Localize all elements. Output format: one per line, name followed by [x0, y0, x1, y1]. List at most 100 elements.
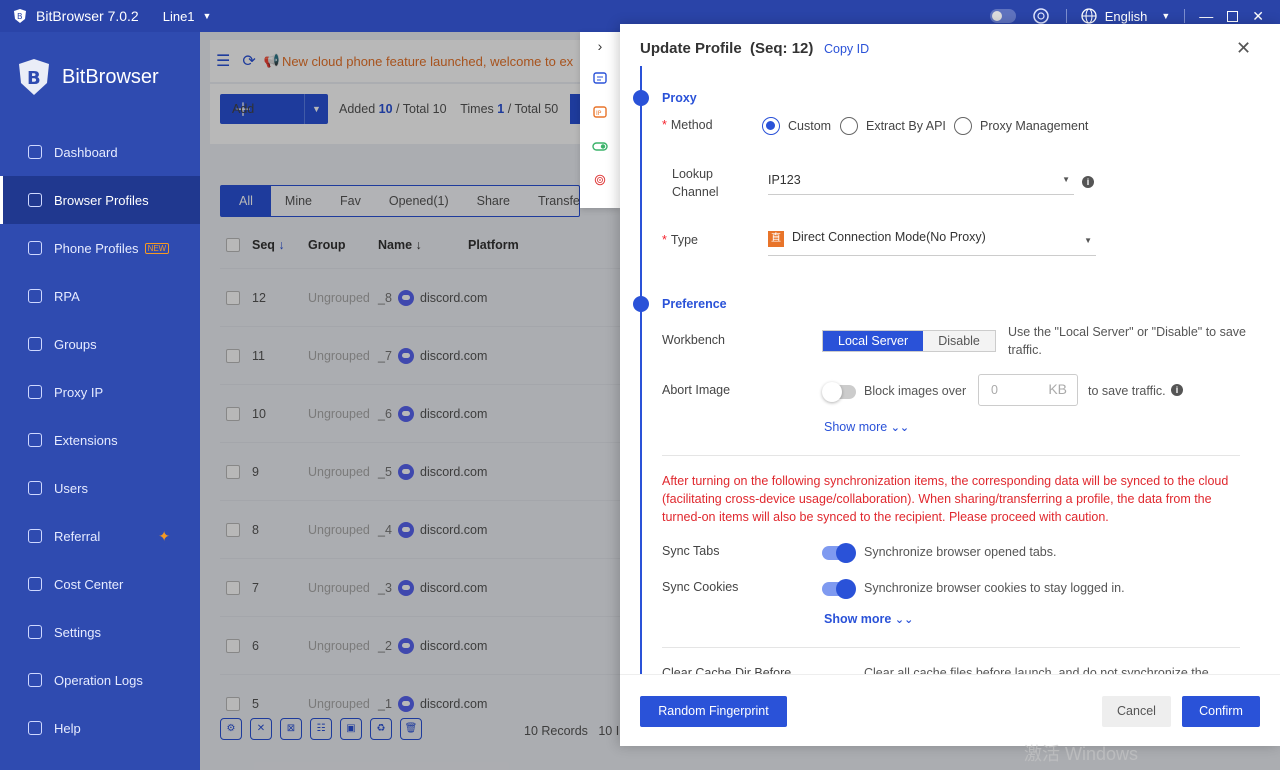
chevron-down-icon: ▼: [1084, 236, 1092, 245]
preference-heading: Preference: [662, 297, 727, 311]
users-icon: [28, 481, 42, 495]
proxy-type-select[interactable]: 直 Direct Connection Mode(No Proxy) ▼: [768, 230, 1096, 256]
drawer-footer: Random Fingerprint Cancel Confirm: [620, 674, 1280, 746]
random-fingerprint-button[interactable]: Random Fingerprint: [640, 696, 787, 727]
sidebar-item-label: Browser Profiles: [54, 192, 149, 208]
sidebar-item-label: Referral: [54, 528, 101, 544]
shield-icon: [28, 577, 42, 591]
confirm-button[interactable]: Confirm: [1182, 696, 1260, 727]
radio-extract-api[interactable]: Extract By API: [840, 117, 946, 135]
language-selector[interactable]: English: [1105, 9, 1148, 24]
ip-icon[interactable]: IP: [593, 106, 607, 118]
layers-icon: [28, 337, 42, 351]
sync-tabs-label: Sync Tabs: [662, 544, 720, 558]
sidebar-item-help[interactable]: Help: [0, 704, 200, 752]
toggle-icon[interactable]: [592, 140, 608, 152]
sidebar-item-users[interactable]: Users: [0, 464, 200, 512]
maximize-icon[interactable]: [1227, 10, 1239, 22]
globe-icon[interactable]: [1081, 8, 1097, 24]
line-selector[interactable]: Line1: [163, 9, 195, 24]
sparkle-icon: ✦: [158, 527, 170, 544]
sync-cookies-switch[interactable]: [822, 579, 856, 599]
rpa-icon: [28, 289, 42, 303]
sidebar-item-dashboard[interactable]: Dashboard: [0, 128, 200, 176]
cancel-button[interactable]: Cancel: [1102, 696, 1171, 727]
fingerprint-icon[interactable]: [593, 174, 607, 186]
sync-warning: After turning on the following synchroni…: [662, 474, 1229, 524]
sidebar-item-settings[interactable]: Settings: [0, 608, 200, 656]
sidebar-item-label: Operation Logs: [54, 672, 143, 688]
timeline-dot: [633, 90, 649, 106]
sidebar-item-label: RPA: [54, 288, 80, 304]
radio-custom[interactable]: Custom: [762, 117, 831, 135]
save-traffic-text: to save traffic.: [1088, 384, 1166, 398]
close-icon[interactable]: ✕: [1236, 38, 1251, 59]
radio-proxy-management[interactable]: Proxy Management: [954, 117, 1088, 135]
svg-text:B: B: [17, 12, 23, 21]
info-icon[interactable]: i: [1082, 176, 1094, 188]
sidebar-item-groups[interactable]: Groups: [0, 320, 200, 368]
sidebar-item-label: Phone Profiles: [54, 240, 139, 256]
theme-toggle[interactable]: [989, 9, 1016, 23]
copy-id-link[interactable]: Copy ID: [824, 42, 869, 56]
sidebar-item-label: Cost Center: [54, 576, 124, 592]
sidebar-item-rpa[interactable]: RPA: [0, 272, 200, 320]
referral-icon: [28, 529, 42, 543]
lookup-channel-select[interactable]: IP123 ▼: [768, 173, 1074, 195]
workbench-disable[interactable]: Disable: [923, 331, 995, 351]
sidebar-item-referral[interactable]: Referral ✦: [0, 512, 200, 560]
sidebar-item-proxy-ip[interactable]: Proxy IP: [0, 368, 200, 416]
sync-tabs-switch[interactable]: [822, 543, 856, 563]
direct-connection-icon: 直: [768, 231, 784, 247]
type-label: * Type: [662, 233, 698, 247]
sidebar-item-operation-logs[interactable]: Operation Logs: [0, 656, 200, 704]
home-icon: [28, 145, 42, 159]
chevron-down-icon[interactable]: ▼: [203, 11, 212, 21]
quick-panel: › IP: [580, 32, 620, 208]
sidebar-item-phone-profiles[interactable]: Phone Profiles NEW: [0, 224, 200, 272]
method-label: * Method: [662, 118, 713, 132]
app-title: BitBrowser 7.0.2: [36, 8, 139, 24]
svg-text:IP: IP: [596, 110, 602, 117]
lookup-channel-label: Lookup Channel: [672, 167, 719, 199]
sidebar-item-extensions[interactable]: Extensions: [0, 416, 200, 464]
sidebar-item-cost-center[interactable]: Cost Center: [0, 560, 200, 608]
chevron-right-icon[interactable]: ›: [580, 32, 620, 54]
chevron-down-icon[interactable]: ▼: [1161, 11, 1170, 21]
minimize-icon[interactable]: —: [1199, 8, 1213, 24]
sync-cookies-label: Sync Cookies: [662, 580, 739, 594]
info-icon[interactable]: i: [1171, 384, 1183, 396]
abort-image-switch[interactable]: [822, 382, 856, 402]
kb-input[interactable]: 0 KB: [978, 374, 1078, 406]
sidebar-item-label: Help: [54, 720, 81, 736]
show-more-link[interactable]: Show more ⌄⌄: [824, 420, 909, 434]
sidebar-item-label: Dashboard: [54, 144, 118, 160]
workbench-label: Workbench: [662, 333, 725, 347]
divider: [662, 647, 1240, 648]
sync-cookies-note: Synchronize browser cookies to stay logg…: [864, 581, 1125, 595]
clear-cache-note: Clear all cache files before launch, and…: [864, 666, 1209, 674]
new-badge: NEW: [144, 242, 170, 254]
svg-text:B: B: [27, 68, 41, 89]
workbench-toggle: Local Server Disable: [822, 330, 996, 352]
bitbrowser-logo-icon: B: [19, 59, 49, 95]
sidebar-item-label: Proxy IP: [54, 384, 104, 400]
close-window-icon[interactable]: ✕: [1252, 8, 1264, 25]
double-chevron-down-icon: ⌄⌄: [890, 422, 910, 434]
show-more-link-2[interactable]: Show more ⌄⌄: [824, 612, 913, 626]
logs-icon: [28, 673, 42, 687]
cube-icon: [28, 433, 42, 447]
app-logo-icon: B: [14, 9, 26, 23]
proxy-heading: Proxy: [662, 91, 697, 105]
headset-icon[interactable]: [1030, 8, 1052, 24]
workbench-local-server[interactable]: Local Server: [823, 331, 924, 351]
sidebar-item-label: Settings: [54, 624, 101, 640]
drawer-title: Update Profile (Seq: 12): [640, 40, 814, 57]
workbench-note: Use the "Local Server" or "Disable" to s…: [1008, 325, 1246, 357]
sync-tabs-note: Synchronize browser opened tabs.: [864, 545, 1057, 559]
double-chevron-down-icon: ⌄⌄: [894, 614, 914, 626]
sidebar-item-browser-profiles[interactable]: Browser Profiles: [0, 176, 200, 224]
chat-icon[interactable]: [593, 72, 607, 84]
cloud-icon: [28, 241, 42, 255]
timeline-dot: [633, 296, 649, 312]
